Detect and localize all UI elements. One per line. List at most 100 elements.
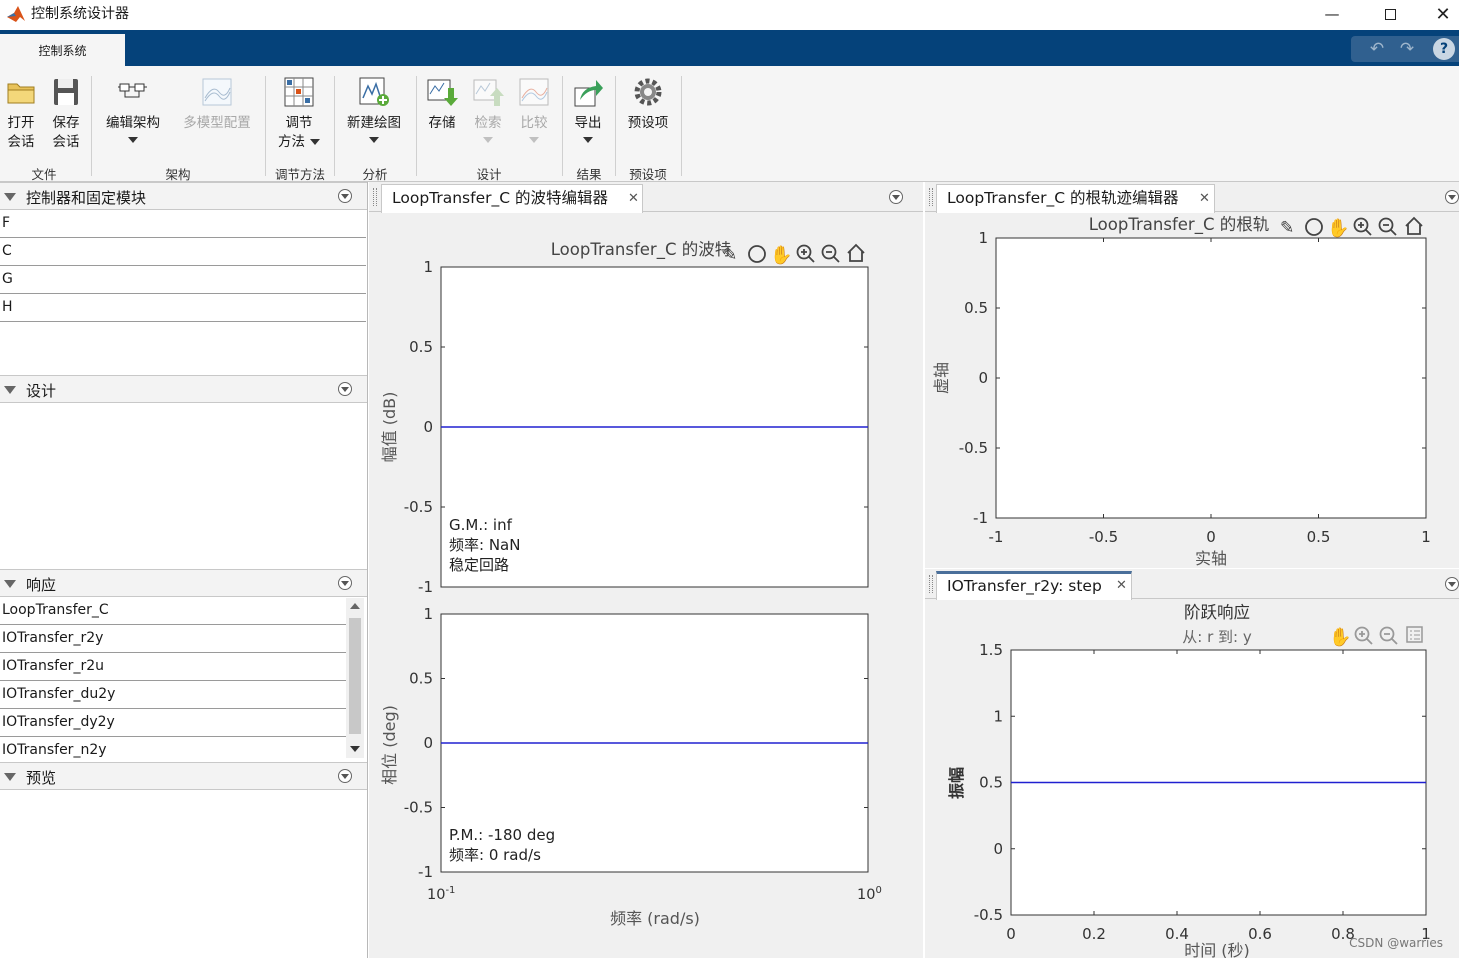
group-label-tuning: 调节方法 [274, 167, 325, 182]
multimodel-plot-icon [201, 76, 233, 108]
scroll-down-icon[interactable] [350, 746, 360, 752]
list-item[interactable]: IOTransfer_n2y [0, 737, 346, 765]
zoom-out-icon[interactable] [1378, 217, 1397, 236]
drag-grip-icon[interactable] [373, 188, 377, 206]
save-session-button[interactable]: 保存 会话 [47, 76, 85, 152]
list-item[interactable]: IOTransfer_dy2y [0, 709, 346, 737]
close-icon[interactable]: ✕ [1116, 574, 1127, 598]
y-tick-label: 1 [993, 707, 1003, 725]
section-options-icon[interactable] [338, 382, 352, 396]
document-options-icon[interactable] [1445, 577, 1459, 591]
edit-pencil-icon[interactable]: ✎ [1280, 218, 1294, 238]
step-plot-area[interactable]: 阶跃响应 从: r 到: y ✋ 1.510.50-0.5 0 0.2 0.4 0.6… [925, 600, 1459, 958]
responses-section-header[interactable]: 响应 [0, 569, 367, 597]
list-item[interactable]: IOTransfer_r2u [0, 653, 346, 681]
store-design-button[interactable]: 存储 [422, 76, 462, 133]
section-options-icon[interactable] [338, 189, 352, 203]
bode-plot-area[interactable]: LoopTransfer_C 的波特 ✎ ✋ 1 0.5 0 -0.5 -1 幅值 (d… [369, 213, 923, 958]
close-icon[interactable]: ✕ [628, 185, 639, 212]
redo-button[interactable]: ↷ [1395, 38, 1419, 60]
retrieve-design-button[interactable]: 检索 [468, 76, 508, 143]
new-plot-button[interactable]: 新建绘图 [340, 76, 408, 143]
tab-root-locus-editor[interactable]: LoopTransfer_C 的根轨迹编辑器 ✕ [936, 184, 1215, 213]
data-tips-icon[interactable] [1406, 626, 1423, 643]
pan-hand-icon[interactable]: ✋ [1327, 217, 1349, 239]
tab-bode-editor[interactable]: LoopTransfer_C 的波特编辑器 ✕ [381, 184, 643, 213]
responses-scrollbar[interactable] [346, 598, 364, 758]
tuning-method-button[interactable]: 调节 方法 [274, 76, 324, 152]
collapse-triangle-icon[interactable] [4, 580, 16, 588]
export-label: 导出 [574, 115, 602, 131]
home-icon[interactable] [847, 243, 865, 262]
list-item[interactable]: G [0, 266, 366, 294]
close-window-button[interactable]: ✕ [1420, 0, 1459, 28]
maximize-button[interactable] [1367, 0, 1413, 28]
phase-margin-frequency-text: 频率: 0 rad/s [449, 846, 541, 864]
open-session-button[interactable]: 打开 会话 [2, 76, 40, 152]
list-item[interactable]: F [0, 210, 366, 238]
tab-control-system[interactable]: 控制系统 [0, 34, 125, 66]
section-options-icon[interactable] [338, 576, 352, 590]
controllers-section-header[interactable]: 控制器和固定模块 [0, 182, 367, 210]
group-separator [681, 76, 682, 176]
open-label-2: 会话 [7, 134, 35, 150]
root-locus-plot-area[interactable]: LoopTransfer_C 的根轨 ✎ ✋ 1 0.5 0 -0.5 -1 -1 -0.… [925, 213, 1459, 568]
rotate-icon[interactable] [748, 245, 766, 263]
minimize-icon: — [1324, 5, 1340, 23]
x-tick-label: 10-1 [427, 885, 455, 903]
close-icon[interactable]: ✕ [1199, 185, 1210, 212]
export-button[interactable]: 导出 [568, 76, 608, 143]
edit-architecture-button[interactable]: 编辑架构 [100, 76, 166, 143]
list-item[interactable]: H [0, 294, 366, 322]
y-tick-label: -0.5 [404, 799, 433, 817]
collapse-triangle-icon[interactable] [4, 773, 16, 781]
edit-pencil-icon[interactable]: ✎ [723, 245, 737, 265]
root-locus-axes[interactable] [995, 237, 1427, 519]
scroll-up-icon[interactable] [350, 603, 360, 609]
list-item[interactable]: LoopTransfer_C [0, 597, 346, 625]
compare-plot-icon [518, 76, 550, 108]
chevron-down-icon [583, 137, 593, 143]
root-locus-document: LoopTransfer_C 的根轨迹编辑器 ✕ LoopTransfer_C … [925, 182, 1459, 568]
list-item[interactable]: C [0, 238, 366, 266]
drag-grip-icon[interactable] [929, 575, 933, 593]
zoom-out-icon[interactable] [821, 244, 840, 263]
y-tick-label: 0 [423, 418, 433, 436]
y-tick-label: 1 [423, 605, 433, 623]
group-separator [416, 76, 417, 176]
drag-grip-icon[interactable] [929, 188, 933, 206]
watermark-text: CSDN @warries [1349, 936, 1443, 950]
zoom-out-icon[interactable] [1379, 626, 1398, 645]
phase-margin-text: P.M.: -180 deg [449, 826, 555, 844]
y-tick-label: -0.5 [974, 906, 1003, 924]
quick-access-toolbar: ↶ ↷ ? [1351, 36, 1459, 62]
minimize-button[interactable]: — [1309, 0, 1355, 28]
zoom-in-icon[interactable] [796, 244, 815, 263]
preview-section-header[interactable]: 预览 [0, 762, 367, 790]
collapse-triangle-icon[interactable] [4, 193, 16, 201]
bode-tab-strip: LoopTransfer_C 的波特编辑器 ✕ [369, 182, 923, 213]
help-button[interactable]: ? [1433, 38, 1455, 60]
document-options-icon[interactable] [1445, 190, 1459, 204]
designs-section-header[interactable]: 设计 [0, 375, 367, 403]
list-item[interactable]: IOTransfer_du2y [0, 681, 346, 709]
collapse-triangle-icon[interactable] [4, 386, 16, 394]
document-options-icon[interactable] [889, 190, 903, 204]
list-item[interactable]: IOTransfer_r2y [0, 625, 346, 653]
pan-hand-icon[interactable]: ✋ [770, 244, 792, 266]
preferences-button[interactable]: 预设项 [622, 76, 674, 133]
rotate-icon[interactable] [1305, 218, 1323, 236]
block-diagram-icon [117, 76, 149, 108]
undo-button[interactable]: ↶ [1365, 38, 1389, 60]
x-tick-label: 100 [857, 885, 882, 903]
scroll-thumb[interactable] [349, 618, 361, 734]
zoom-in-icon[interactable] [1354, 626, 1373, 645]
pan-hand-icon[interactable]: ✋ [1329, 626, 1351, 648]
multimodel-config-button[interactable]: 多模型配置 [178, 76, 256, 133]
section-options-icon[interactable] [338, 769, 352, 783]
new-plot-label: 新建绘图 [347, 115, 401, 131]
zoom-in-icon[interactable] [1353, 217, 1372, 236]
tab-step-response[interactable]: IOTransfer_r2y: step ✕ [936, 571, 1132, 600]
compare-design-button[interactable]: 比较 [514, 76, 554, 143]
home-icon[interactable] [1405, 216, 1423, 235]
